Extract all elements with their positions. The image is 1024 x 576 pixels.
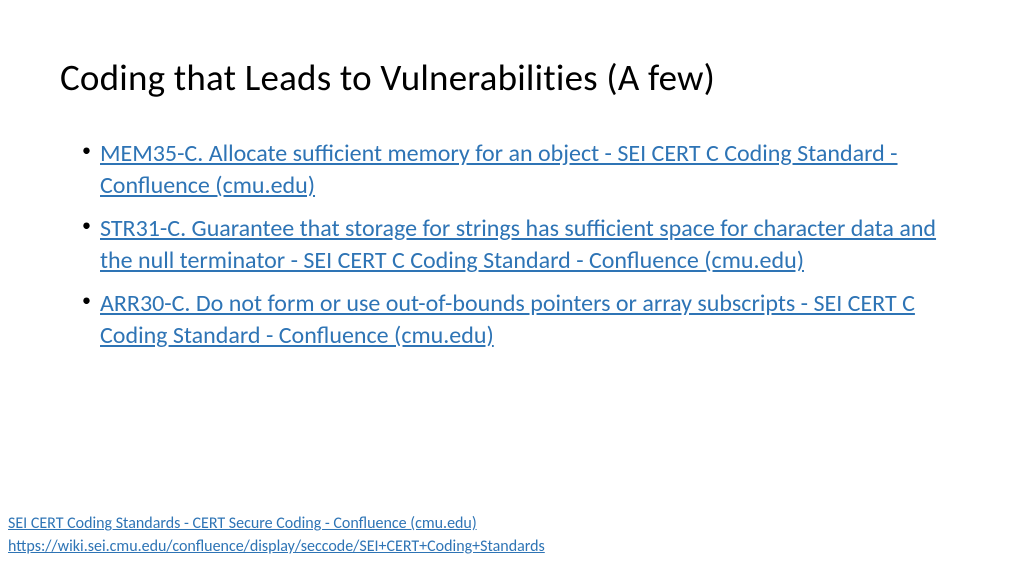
slide-title: Coding that Leads to Vulnerabilities (A … [60, 55, 964, 100]
footer-area: SEI CERT Coding Standards - CERT Secure … [8, 513, 964, 558]
list-item: MEM35-C. Allocate sufficient memory for … [82, 138, 964, 203]
footer-link-url[interactable]: https://wiki.sei.cmu.edu/confluence/disp… [8, 536, 964, 558]
bullet-list: MEM35-C. Allocate sufficient memory for … [82, 138, 964, 352]
list-item: STR31-C. Guarantee that storage for stri… [82, 213, 964, 278]
footer-link-standards[interactable]: SEI CERT Coding Standards - CERT Secure … [8, 513, 964, 535]
link-str31c[interactable]: STR31-C. Guarantee that storage for stri… [100, 214, 936, 275]
link-mem35c[interactable]: MEM35-C. Allocate sufficient memory for … [100, 139, 898, 200]
content-area: MEM35-C. Allocate sufficient memory for … [60, 138, 964, 352]
slide-container: Coding that Leads to Vulnerabilities (A … [0, 0, 1024, 576]
list-item: ARR30-C. Do not form or use out-of-bound… [82, 288, 964, 353]
link-arr30c[interactable]: ARR30-C. Do not form or use out-of-bound… [100, 289, 915, 350]
